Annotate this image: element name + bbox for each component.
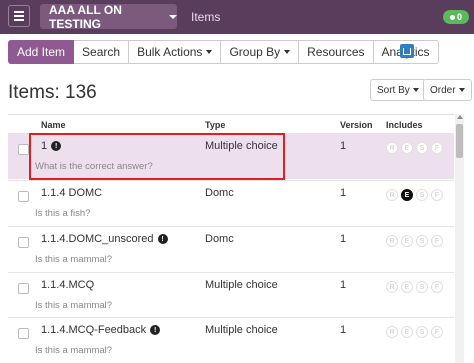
item-type: Multiple choice	[205, 324, 278, 336]
include-badge-e: E	[401, 235, 413, 247]
caret-down-icon	[284, 50, 291, 54]
caret-down-icon	[458, 88, 465, 92]
item-name-label: 1.1.4.DOMC_unscored	[41, 233, 154, 245]
scrollbar-thumb[interactable]	[456, 124, 463, 158]
include-badge-e: E	[401, 326, 413, 338]
add-item-button[interactable]: Add Item	[8, 40, 75, 64]
table-row[interactable]: 1.1.4.MCQ-Feedback! Is this a mammal? Mult…	[8, 317, 454, 363]
include-badge-f: F	[431, 326, 443, 338]
chevron-down-icon	[169, 14, 177, 19]
program-selector[interactable]: AAA ALL ON TESTING	[40, 2, 177, 31]
toolbar: Add Item Search Bulk Actions Group By Re…	[8, 40, 439, 64]
table-row[interactable]: 1.1.4.DOMC_unscored! Is this a mammal? Dom…	[8, 226, 454, 272]
order-button[interactable]: Order	[423, 79, 472, 101]
caret-down-icon	[412, 88, 419, 92]
bulk-actions-button[interactable]: Bulk Actions	[129, 40, 222, 64]
include-badge-s: S	[416, 142, 428, 154]
breadcrumb[interactable]: Items	[191, 10, 220, 24]
include-badge-r: R	[386, 189, 398, 201]
program-label: AAA ALL ON TESTING	[49, 2, 122, 31]
resources-button[interactable]: Resources	[299, 40, 374, 64]
highlight-box	[29, 133, 285, 180]
group-by-label: Group By	[229, 45, 281, 59]
item-name[interactable]: 1.1.4 DOMC	[41, 187, 102, 199]
item-version: 1	[340, 187, 347, 199]
item-name-label: 1.1.4.MCQ-Feedback	[41, 324, 147, 336]
menu-icon[interactable]	[8, 5, 30, 27]
item-version: 1	[340, 140, 347, 152]
include-badge-e: E	[401, 281, 413, 293]
item-type: Domc	[205, 233, 234, 245]
includes-indicators: RESF	[386, 326, 443, 338]
top-navbar: AAA ALL ON TESTING Items 0	[0, 0, 474, 34]
caret-down-icon	[206, 50, 213, 54]
include-badge-r: R	[386, 281, 398, 293]
column-header-type[interactable]: Type	[205, 120, 225, 130]
info-icon[interactable]: !	[157, 234, 168, 244]
includes-indicators: RESF	[386, 142, 443, 154]
row-checkbox[interactable]	[18, 237, 29, 248]
item-version: 1	[340, 324, 347, 336]
item-name[interactable]: 1.1.4.DOMC_unscored!	[41, 233, 168, 245]
includes-indicators: RESF	[386, 235, 443, 247]
include-badge-r: R	[386, 326, 398, 338]
item-question: Is this a mammal?	[35, 345, 113, 356]
column-header-includes: Includes	[386, 120, 423, 130]
group-by-button[interactable]: Group By	[221, 40, 300, 64]
sort-by-button[interactable]: Sort By	[370, 79, 426, 101]
item-name[interactable]: 1.1.4.MCQ-Feedback!	[41, 324, 161, 336]
search-button[interactable]: Search	[74, 40, 130, 64]
bell-icon	[449, 14, 455, 20]
item-name-label: 1.1.4.MCQ	[41, 279, 95, 291]
row-checkbox[interactable]	[18, 191, 29, 202]
page-title: Items: 136	[8, 82, 97, 103]
item-question: Is this a mammal?	[35, 300, 113, 311]
item-version: 1	[340, 233, 347, 245]
order-label: Order	[430, 84, 456, 96]
include-badge-s: S	[416, 189, 428, 201]
item-question: Is this a fish?	[35, 208, 91, 219]
notification-badge[interactable]: 0	[443, 10, 469, 24]
include-badge-r: R	[386, 235, 398, 247]
include-badge-r: R	[386, 142, 398, 154]
info-icon[interactable]: !	[150, 325, 161, 335]
include-badge-f: F	[431, 281, 443, 293]
includes-indicators: RESF	[386, 189, 443, 201]
export-icon[interactable]	[400, 44, 414, 58]
table-row[interactable]: 1.1.4 DOMC Is this a fish? Domc 1 R E S F	[8, 180, 454, 226]
sort-by-label: Sort By	[377, 84, 410, 96]
item-name[interactable]: 1.1.4.MCQ	[41, 279, 94, 291]
include-badge-f: F	[431, 142, 443, 154]
include-badge-s: S	[416, 326, 428, 338]
includes-indicators: RESF	[386, 281, 443, 293]
include-badge-s: S	[416, 281, 428, 293]
include-badge-e: E	[401, 189, 413, 201]
row-checkbox[interactable]	[18, 283, 29, 294]
column-header-version[interactable]: Version	[340, 120, 373, 130]
include-badge-f: F	[431, 189, 443, 201]
item-type: Multiple choice	[205, 279, 278, 291]
notification-count: 0	[456, 12, 462, 22]
column-header-name[interactable]: Name	[41, 120, 66, 130]
item-type: Domc	[205, 187, 234, 199]
include-badge-f: F	[431, 235, 443, 247]
include-badge-e: E	[401, 142, 413, 154]
table-row[interactable]: 1.1.4.MCQ Is this a mammal? Multiple choic…	[8, 272, 454, 318]
bulk-actions-label: Bulk Actions	[137, 45, 203, 59]
item-question: Is this a mammal?	[35, 254, 113, 265]
include-badge-s: S	[416, 235, 428, 247]
item-version: 1	[340, 279, 347, 291]
row-checkbox[interactable]	[18, 144, 29, 155]
row-checkbox[interactable]	[18, 328, 29, 339]
item-name-label: 1.1.4 DOMC	[41, 187, 103, 199]
scroll-up-icon[interactable]	[457, 115, 463, 119]
